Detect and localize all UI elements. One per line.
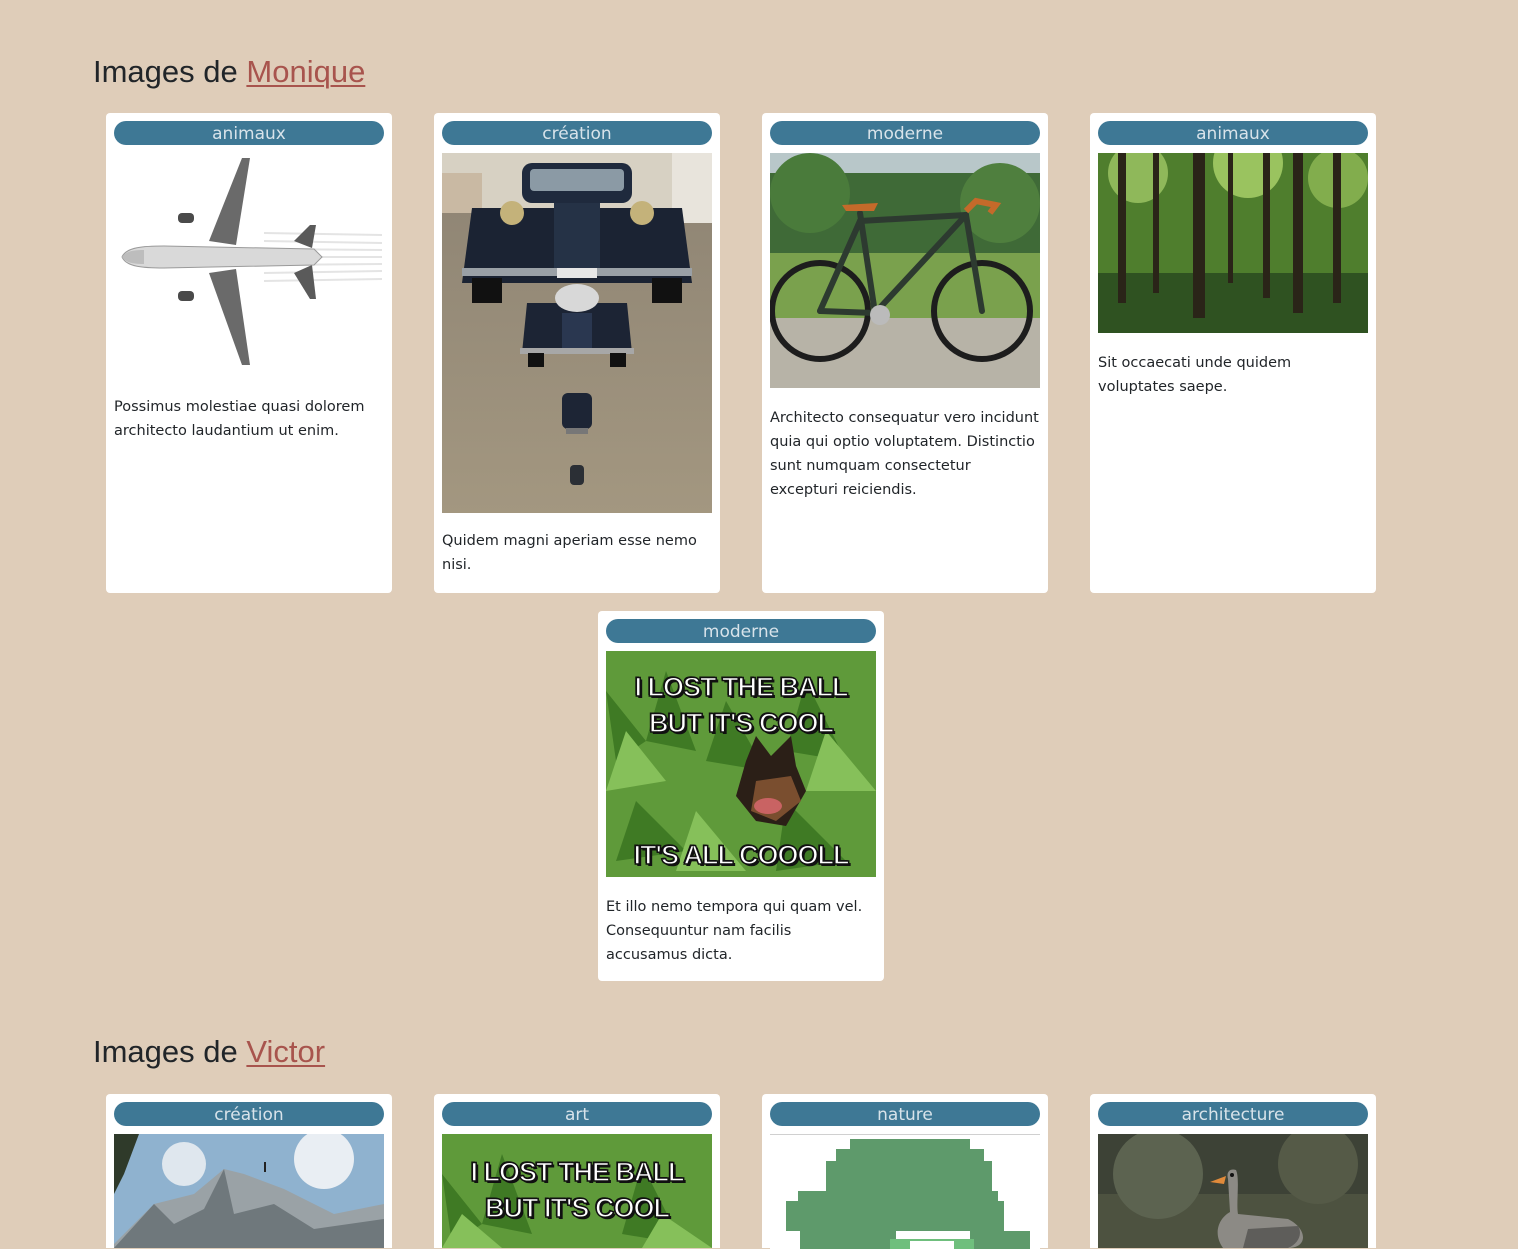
category-badge[interactable]: animaux [1098,121,1368,145]
category-badge[interactable]: art [442,1102,712,1126]
section-title-victor: Images de Victor [93,1032,325,1072]
category-badge[interactable]: architecture [1098,1102,1368,1126]
image-card[interactable]: nature [762,1094,1048,1249]
card-image-pixel-art[interactable] [770,1134,1040,1249]
card-image-bicycle[interactable] [770,153,1040,388]
card-image-goose[interactable] [1098,1134,1368,1248]
user-link-victor[interactable]: Victor [246,1034,325,1069]
image-card[interactable]: architecture [1090,1094,1376,1248]
meme-top-line-2: BUT IT'S COOL [648,707,834,739]
category-badge[interactable]: création [442,121,712,145]
card-image-mountain[interactable] [114,1134,384,1248]
category-badge[interactable]: moderne [770,121,1040,145]
image-card[interactable]: création [434,113,720,593]
image-card[interactable]: moderne Architecto consequatur vero inci… [762,113,1048,593]
card-description: Sit occaecati unde quidem voluptates sae… [1098,355,1292,395]
category-badge[interactable]: création [114,1102,384,1126]
card-image-forest[interactable] [1098,153,1368,333]
card-description: Possimus molestiae quasi dolorem archite… [114,399,365,439]
card-description: Quidem magni aperiam esse nemo nisi. [442,533,697,573]
card-image-dog-meme[interactable]: I LOST THE BALL BUT IT'S COOL [442,1134,712,1248]
image-card[interactable]: moderne I LOST THE BALL BUT IT'S COOL IT… [598,611,884,981]
image-card[interactable]: art I LOST THE BALL BUT IT'S COOL [434,1094,720,1248]
category-badge[interactable]: moderne [606,619,876,643]
user-link-monique[interactable]: Monique [246,54,365,89]
card-image-dog-meme[interactable]: I LOST THE BALL BUT IT'S COOL IT'S ALL C… [606,651,876,877]
category-badge[interactable]: animaux [114,121,384,145]
image-card[interactable]: création [106,1094,392,1248]
image-card[interactable]: animaux Possimus molestiae quasi dolorem… [106,113,392,593]
image-card[interactable]: animaux Sit occaecati unde quidem volupt… [1090,113,1376,593]
card-description: Et illo nemo tempora qui quam vel. Conse… [606,899,863,963]
meme-bottom-line: IT'S ALL COOOLL [633,839,850,871]
card-image-airplane[interactable] [114,153,384,375]
section-title-monique: Images de Monique [93,52,365,92]
meme-top-line-1: I LOST THE BALL [634,671,849,703]
category-badge[interactable]: nature [770,1102,1040,1126]
section-title-prefix: Images de [93,54,238,89]
meme-top-line-1: I LOST THE BALL [470,1156,685,1188]
meme-top-line-2: BUT IT'S COOL [484,1192,670,1224]
card-image-vintage-car[interactable] [442,153,712,513]
card-description: Architecto consequatur vero incidunt qui… [770,410,1039,498]
section-title-prefix: Images de [93,1034,238,1069]
